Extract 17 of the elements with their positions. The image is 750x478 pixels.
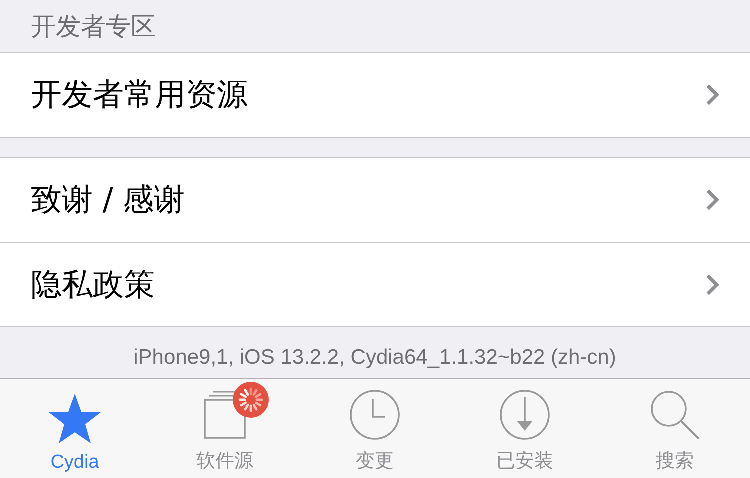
search-icon (649, 389, 701, 441)
chevron-icon (706, 274, 720, 296)
version-text: iPhone9,1, iOS 13.2.2, Cydia64_1.1.32~b22 (zh-cn) (134, 346, 616, 370)
download-icon (499, 389, 551, 441)
tab[interactable]: 搜索 (600, 379, 750, 478)
chevron-icon (706, 189, 720, 211)
tab[interactable]: Cydia (0, 379, 150, 478)
tab[interactable]: 已安装 (450, 379, 600, 478)
chevron-icon (706, 84, 720, 106)
list-row[interactable]: 致谢 / 感谢 (0, 158, 750, 242)
list-row[interactable]: 开发者常用资源 (0, 53, 750, 137)
star-icon (47, 393, 103, 445)
section-header: 开发者专区 (31, 10, 156, 42)
tab[interactable]: 变更 (300, 379, 450, 478)
tab[interactable]: 软件源 (150, 379, 300, 478)
clock-icon (349, 389, 401, 441)
list-row[interactable]: 隐私政策 (0, 242, 750, 326)
